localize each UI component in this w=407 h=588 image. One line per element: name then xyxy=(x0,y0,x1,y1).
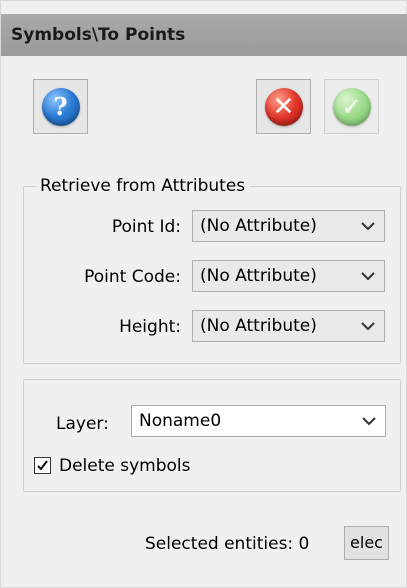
chevron-down-icon xyxy=(360,311,376,341)
select-button[interactable]: elec xyxy=(344,526,389,560)
point-code-select[interactable]: (No Attribute) xyxy=(192,260,385,292)
point-id-select[interactable]: (No Attribute) xyxy=(192,210,385,242)
ok-icon: ✓ xyxy=(332,87,371,126)
checkmark-icon xyxy=(37,460,48,471)
chevron-down-icon xyxy=(361,406,377,436)
point-id-label: Point Id: xyxy=(111,217,181,237)
cancel-icon: ✕ xyxy=(264,87,303,126)
layer-select[interactable]: Noname0 xyxy=(131,405,386,437)
ok-button[interactable]: ✓ xyxy=(324,79,379,134)
point-code-label: Point Code: xyxy=(84,267,181,287)
cancel-button[interactable]: ✕ xyxy=(256,79,311,134)
height-select[interactable]: (No Attribute) xyxy=(192,310,385,342)
height-label: Height: xyxy=(119,317,181,337)
delete-symbols-checkbox[interactable] xyxy=(34,457,51,474)
layer-value: Noname0 xyxy=(139,411,222,431)
layer-label: Layer: xyxy=(56,414,109,434)
panel-title: Symbols\To Points xyxy=(1,14,407,56)
chevron-down-icon xyxy=(360,261,376,291)
tool-panel: Symbols\To Points ? ✕ ✓ Retrieve from At… xyxy=(0,0,407,588)
retrieve-attributes-title: Retrieve from Attributes xyxy=(36,175,250,197)
selected-entities-status: Selected entities: 0 xyxy=(145,534,310,554)
height-value: (No Attribute) xyxy=(200,316,317,336)
chevron-down-icon xyxy=(360,211,376,241)
delete-symbols-label: Delete symbols xyxy=(59,456,191,476)
help-icon: ? xyxy=(41,87,80,126)
help-button[interactable]: ? xyxy=(33,79,88,134)
point-id-value: (No Attribute) xyxy=(200,216,317,236)
point-code-value: (No Attribute) xyxy=(200,266,317,286)
